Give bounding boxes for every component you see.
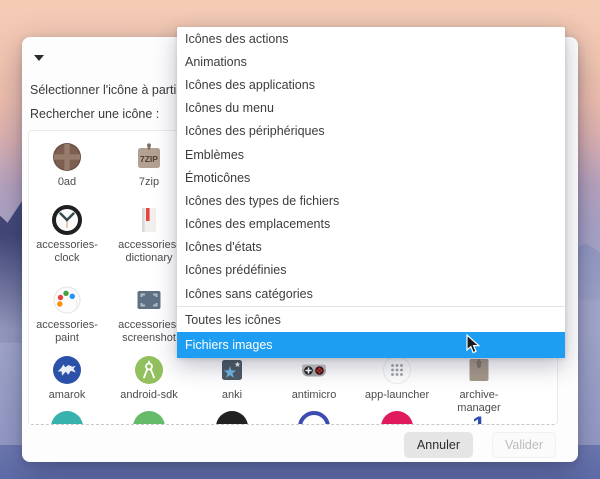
partial-grid-icon[interactable] xyxy=(51,411,83,425)
dropdown-item[interactable]: Icônes des actions xyxy=(177,27,565,50)
icon-label: amarok xyxy=(28,389,108,402)
dropdown-item[interactable]: Icônes du menu xyxy=(177,97,565,120)
grid-item-amarok[interactable]: amarok xyxy=(28,354,108,402)
dropdown-item[interactable]: Icônes des emplacements xyxy=(177,213,565,236)
accessories-paint-icon xyxy=(51,284,83,316)
icon-label: anki xyxy=(191,389,273,402)
dropdown-item[interactable]: Icônes des types de fichiers xyxy=(177,189,565,212)
icon-label: android-sdk xyxy=(108,389,190,402)
icon-label: 0ad xyxy=(28,176,108,189)
grid-item-archive-manager[interactable]: archive-manager xyxy=(438,354,520,415)
0ad-icon xyxy=(51,141,83,173)
amarok-icon xyxy=(51,354,83,386)
grid-item-antimicro[interactable]: antimicro xyxy=(273,354,355,402)
dropdown-item[interactable]: Icônes des périphériques xyxy=(177,120,565,143)
accessories-clock-icon xyxy=(51,204,83,236)
dialog-button-row: Annuler Valider xyxy=(404,432,556,458)
dropdown-item[interactable]: Émoticônes xyxy=(177,166,565,189)
cancel-button[interactable]: Annuler xyxy=(404,432,473,458)
icon-label: accessories-paint xyxy=(28,319,108,345)
grid-item-accessories-paint[interactable]: accessories-paint xyxy=(28,284,108,345)
grid-item-0ad[interactable]: 0ad xyxy=(28,141,108,189)
category-dropdown-popup: Icônes des actionsAnimationsIcônes des a… xyxy=(177,27,565,358)
mouse-cursor xyxy=(466,334,482,361)
grid-item-accessories-clock[interactable]: accessories-clock xyxy=(28,204,108,265)
search-icon-label: Rechercher une icône : xyxy=(30,107,159,121)
accessories-dictionary-icon xyxy=(133,204,165,236)
icon-label: app-launcher xyxy=(356,389,438,402)
dropdown-item[interactable]: Emblèmes xyxy=(177,143,565,166)
dropdown-item[interactable]: Icônes prédéfinies xyxy=(177,259,565,282)
android-sdk-icon xyxy=(133,354,165,386)
icon-label: accessories-clock xyxy=(28,239,108,265)
dropdown-item[interactable]: Icônes sans catégories xyxy=(177,282,565,305)
partial-grid-icon[interactable] xyxy=(216,411,248,425)
icon-label: antimicro xyxy=(273,389,355,402)
7zip-icon: 7ZIP xyxy=(133,141,165,173)
grid-item-anki[interactable]: anki xyxy=(191,354,273,402)
partial-grid-icon[interactable] xyxy=(133,411,165,425)
dropdown-item[interactable]: Icônes d'états xyxy=(177,236,565,259)
antimicro-icon xyxy=(298,354,330,386)
partial-grid-icon[interactable] xyxy=(381,411,413,425)
app-launcher-icon xyxy=(381,354,413,386)
dropdown-item[interactable]: Icônes des applications xyxy=(177,73,565,96)
svg-text:7ZIP: 7ZIP xyxy=(140,154,158,164)
ok-button[interactable]: Valider xyxy=(492,432,556,458)
grid-item-app-launcher[interactable]: app-launcher xyxy=(356,354,438,402)
partial-grid-icon[interactable] xyxy=(298,411,330,425)
dropdown-item[interactable]: Animations xyxy=(177,50,565,73)
accessories-screenshot-icon xyxy=(133,284,165,316)
dropdown-item-selected[interactable]: Fichiers images xyxy=(177,332,565,358)
anki-icon xyxy=(216,354,248,386)
combobox-chevron-down-icon[interactable] xyxy=(34,55,44,61)
grid-item-android-sdk[interactable]: android-sdk xyxy=(108,354,190,402)
menu-separator xyxy=(177,306,565,307)
dropdown-item-all-icons[interactable]: Toutes les icônes xyxy=(177,308,565,332)
